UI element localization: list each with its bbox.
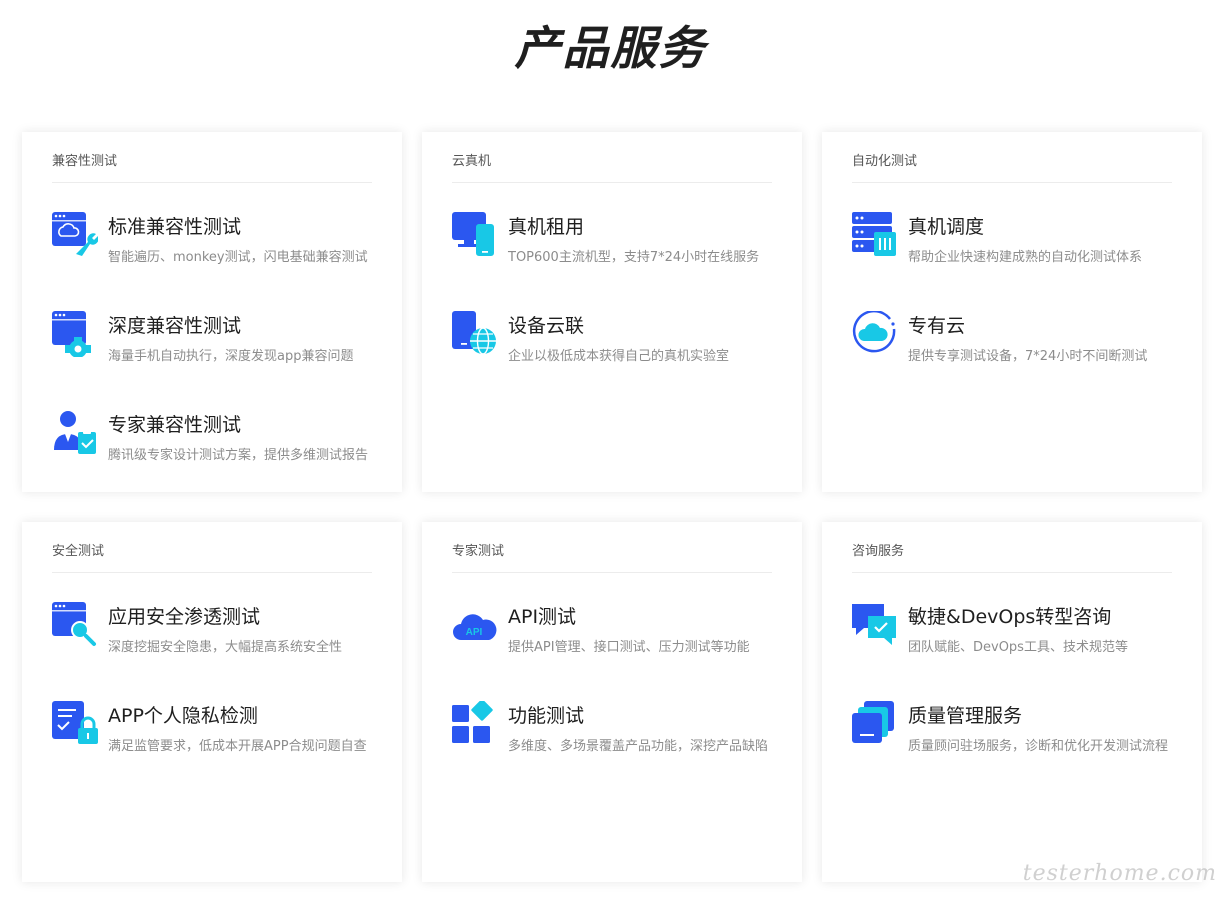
card-divider	[52, 572, 372, 573]
card-divider	[852, 572, 1172, 573]
card-cloud-device: 云真机 真机租用 TOP600主流机型，支持7*24小时在线服务 设备云联 企业…	[422, 132, 802, 492]
server-rack-icon	[852, 212, 898, 258]
item-title: 质量管理服务	[908, 705, 1023, 727]
product-device-scheduling[interactable]: 真机调度 帮助企业快速构建成熟的自动化测试体系	[852, 212, 1197, 272]
private-cloud-icon	[852, 311, 898, 357]
item-desc: 海量手机自动执行，深度发现app兼容问题	[108, 349, 354, 364]
card-category: 专家测试	[452, 544, 505, 559]
devices-icon	[452, 212, 498, 258]
item-desc: 提供API管理、接口测试、压力测试等功能	[508, 640, 750, 655]
card-category: 兼容性测试	[52, 154, 118, 169]
card-divider	[852, 182, 1172, 183]
card-expert-testing: 专家测试 API API测试 提供API管理、接口测试、压力测试等功能 功能测试…	[422, 522, 802, 882]
item-title: 真机调度	[908, 216, 985, 238]
function-blocks-icon	[452, 701, 498, 747]
item-title: 应用安全渗透测试	[108, 606, 261, 628]
product-device-cloudlink[interactable]: 设备云联 企业以极低成本获得自己的真机实验室	[452, 311, 797, 371]
document-lock-icon	[52, 701, 98, 747]
expert-clipboard-icon	[52, 410, 98, 456]
product-quality-management[interactable]: 质量管理服务 质量顾问驻场服务，诊断和优化开发测试流程	[852, 701, 1197, 761]
item-desc: 帮助企业快速构建成熟的自动化测试体系	[908, 250, 1143, 265]
card-divider	[52, 182, 372, 183]
item-title: 真机租用	[508, 216, 585, 238]
product-device-rental[interactable]: 真机租用 TOP600主流机型，支持7*24小时在线服务	[452, 212, 797, 272]
card-category: 安全测试	[52, 544, 105, 559]
item-desc: 企业以极低成本获得自己的真机实验室	[508, 349, 730, 364]
item-title: API测试	[508, 606, 577, 628]
item-title: 深度兼容性测试	[108, 315, 242, 337]
item-title: APP个人隐私检测	[108, 705, 258, 727]
card-compatibility: 兼容性测试 标准兼容性测试 智能遍历、monkey测试，闪电基础兼容测试 深度兼…	[22, 132, 402, 492]
product-devops-consulting[interactable]: 敏捷&DevOps转型咨询 团队赋能、DevOps工具、技术规范等	[852, 602, 1197, 662]
product-penetration-test[interactable]: 应用安全渗透测试 深度挖掘安全隐患，大幅提高系统安全性	[52, 602, 397, 662]
item-title: 标准兼容性测试	[108, 216, 242, 238]
product-expert-compat[interactable]: 专家兼容性测试 腾讯级专家设计测试方案，提供多维测试报告	[52, 410, 397, 470]
item-desc: 深度挖掘安全隐患，大幅提高系统安全性	[108, 640, 343, 655]
item-title: 敏捷&DevOps转型咨询	[908, 606, 1112, 628]
card-consulting: 咨询服务 敏捷&DevOps转型咨询 团队赋能、DevOps工具、技术规范等 质…	[822, 522, 1202, 882]
item-desc: 提供专享测试设备，7*24小时不间断测试	[908, 349, 1148, 364]
card-divider	[452, 572, 772, 573]
item-title: 专有云	[908, 315, 966, 337]
product-private-cloud[interactable]: 专有云 提供专享测试设备，7*24小时不间断测试	[852, 311, 1197, 371]
browser-gear-icon	[52, 311, 98, 357]
item-desc: 腾讯级专家设计测试方案，提供多维测试报告	[108, 448, 369, 463]
watermark: testerhome.com	[1022, 861, 1217, 886]
item-desc: 多维度、多场景覆盖产品功能，深挖产品缺陷	[508, 739, 769, 754]
product-api-testing[interactable]: API API测试 提供API管理、接口测试、压力测试等功能	[452, 602, 797, 662]
card-security: 安全测试 应用安全渗透测试 深度挖掘安全隐患，大幅提高系统安全性 APP个人隐私…	[22, 522, 402, 882]
item-title: 功能测试	[508, 705, 585, 727]
card-category: 自动化测试	[852, 154, 918, 169]
item-title: 专家兼容性测试	[108, 414, 242, 436]
item-desc: 满足监管要求，低成本开展APP合规问题自查	[108, 739, 367, 754]
card-category: 咨询服务	[852, 544, 905, 559]
item-title: 设备云联	[508, 315, 585, 337]
item-desc: 智能遍历、monkey测试，闪电基础兼容测试	[108, 250, 368, 265]
product-privacy-check[interactable]: APP个人隐私检测 满足监管要求，低成本开展APP合规问题自查	[52, 701, 397, 761]
api-cloud-icon: API	[452, 602, 498, 648]
page-title: 产品服务	[514, 21, 707, 75]
svg-text:API: API	[466, 627, 483, 638]
browser-wrench-icon	[52, 212, 98, 258]
item-desc: TOP600主流机型，支持7*24小时在线服务	[508, 250, 760, 265]
chat-check-icon	[852, 602, 898, 648]
browser-magnifier-icon	[52, 602, 98, 648]
card-automation: 自动化测试 真机调度 帮助企业快速构建成熟的自动化测试体系 专有云 提供专享测试…	[822, 132, 1202, 492]
product-function-testing[interactable]: 功能测试 多维度、多场景覆盖产品功能，深挖产品缺陷	[452, 701, 797, 761]
device-globe-icon	[452, 311, 498, 357]
product-standard-compat[interactable]: 标准兼容性测试 智能遍历、monkey测试，闪电基础兼容测试	[52, 212, 397, 272]
item-desc: 质量顾问驻场服务，诊断和优化开发测试流程	[908, 739, 1169, 754]
card-divider	[452, 182, 772, 183]
product-deep-compat[interactable]: 深度兼容性测试 海量手机自动执行，深度发现app兼容问题	[52, 311, 397, 371]
card-category: 云真机	[452, 154, 492, 169]
layered-cards-icon	[852, 701, 898, 747]
item-desc: 团队赋能、DevOps工具、技术规范等	[908, 640, 1128, 655]
